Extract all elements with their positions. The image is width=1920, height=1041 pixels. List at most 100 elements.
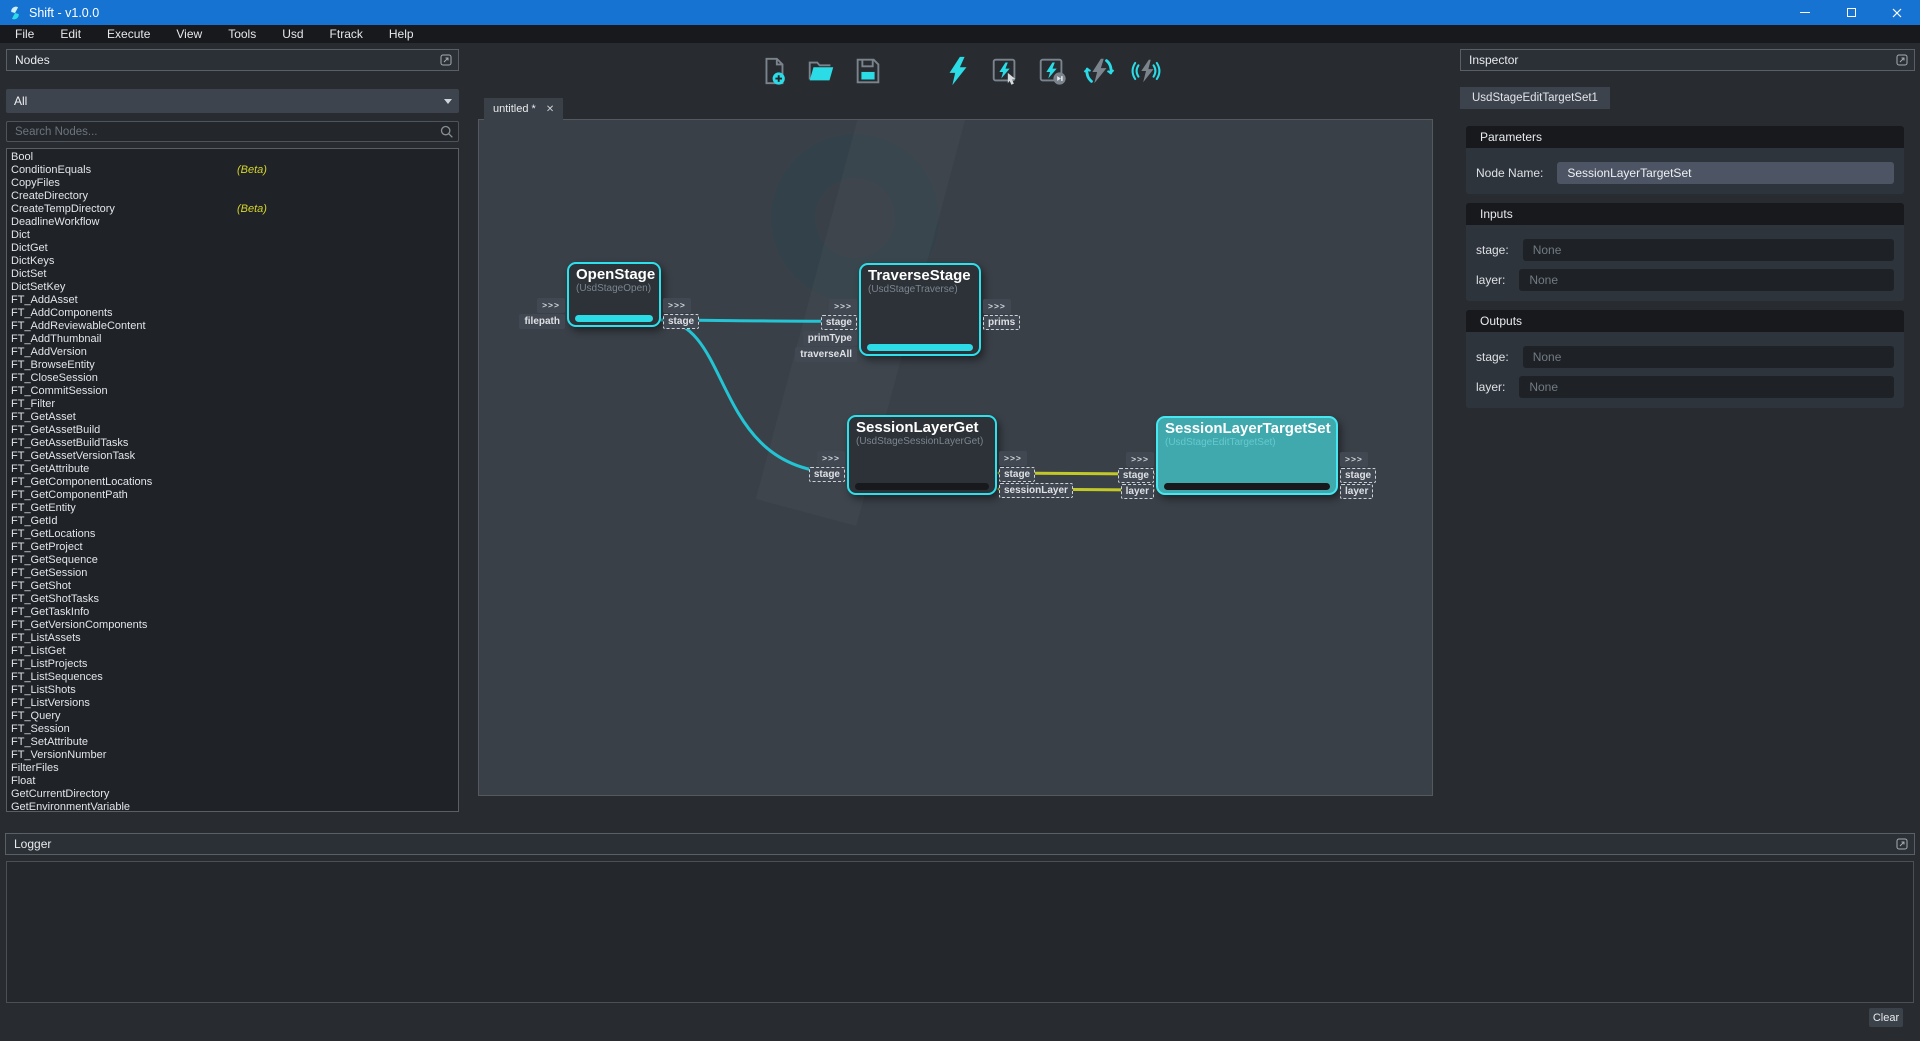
node-list-item[interactable]: FT_GetVersionComponents: [7, 619, 458, 632]
field-layer-input[interactable]: [1519, 269, 1894, 291]
new-file-button[interactable]: [757, 54, 791, 88]
node-list-item[interactable]: FT_Query: [7, 710, 458, 723]
menu-ftrack[interactable]: Ftrack: [317, 25, 376, 43]
port-layer[interactable]: layer: [1340, 484, 1373, 499]
node-list-item[interactable]: FT_ListProjects: [7, 658, 458, 671]
node-list-item[interactable]: GetEnvironmentVariable: [7, 801, 458, 812]
node-list-item[interactable]: FT_GetSequence: [7, 554, 458, 567]
node-graph-canvas[interactable]: OpenStage(UsdStageOpen)>>>filepath>>>sta…: [478, 119, 1433, 796]
node-list-item[interactable]: FT_SetAttribute: [7, 736, 458, 749]
field-stage-input[interactable]: [1523, 346, 1894, 368]
graph-node-traverse-stage[interactable]: TraverseStage(UsdStageTraverse)>>>stagep…: [859, 263, 981, 356]
node-list-item[interactable]: CopyFiles: [7, 177, 458, 190]
port-stage[interactable]: stage: [999, 467, 1035, 482]
tab-untitled[interactable]: untitled * ✕: [484, 98, 563, 120]
node-list-item[interactable]: FT_AddAsset: [7, 294, 458, 307]
node-list-item[interactable]: DictSet: [7, 268, 458, 281]
node-list-item[interactable]: Float: [7, 775, 458, 788]
open-file-button[interactable]: [804, 54, 838, 88]
port-traverseAll[interactable]: traverseAll: [795, 347, 857, 362]
menu-usd[interactable]: Usd: [269, 25, 316, 43]
popout-icon[interactable]: [440, 54, 452, 66]
node-list-item[interactable]: FT_GetId: [7, 515, 458, 528]
node-list-item[interactable]: FT_GetAsset: [7, 411, 458, 424]
execute-selected-button[interactable]: [988, 54, 1022, 88]
node-list-item[interactable]: FT_GetAssetBuild: [7, 424, 458, 437]
node-filter-dropdown[interactable]: All: [6, 89, 459, 113]
node-list-item[interactable]: GetCurrentDirectory: [7, 788, 458, 801]
node-list-item[interactable]: FilterFiles: [7, 762, 458, 775]
node-list-item[interactable]: FT_AddComponents: [7, 307, 458, 320]
node-list-item[interactable]: FT_AddReviewableContent: [7, 320, 458, 333]
node-list-item[interactable]: ConditionEquals(Beta): [7, 164, 458, 177]
node-list-item[interactable]: FT_Session: [7, 723, 458, 736]
graph-node-open-stage[interactable]: OpenStage(UsdStageOpen)>>>filepath>>>sta…: [567, 262, 661, 327]
port-layer[interactable]: layer: [1121, 484, 1154, 499]
node-list-item[interactable]: FT_ListSequences: [7, 671, 458, 684]
re-execute-button[interactable]: [1082, 54, 1116, 88]
menu-help[interactable]: Help: [376, 25, 427, 43]
port-filepath[interactable]: filepath: [519, 314, 565, 329]
node-list-item[interactable]: FT_CloseSession: [7, 372, 458, 385]
menu-file[interactable]: File: [2, 25, 47, 43]
field-nodename-input[interactable]: [1557, 162, 1894, 184]
popout-icon[interactable]: [1896, 54, 1908, 66]
minimize-button[interactable]: [1782, 0, 1828, 25]
port-stage[interactable]: stage: [1340, 468, 1376, 483]
port-primType[interactable]: primType: [803, 331, 857, 346]
logger-output[interactable]: [6, 861, 1914, 1003]
execute-from-selected-button[interactable]: [1035, 54, 1069, 88]
port-stage[interactable]: stage: [821, 315, 857, 330]
node-list-item[interactable]: FT_GetAssetBuildTasks: [7, 437, 458, 450]
inspector-node-tab[interactable]: UsdStageEditTargetSet1: [1460, 87, 1610, 109]
node-list-item[interactable]: FT_GetEntity: [7, 502, 458, 515]
menu-view[interactable]: View: [163, 25, 215, 43]
clear-button[interactable]: Clear: [1869, 1008, 1903, 1027]
execute-button[interactable]: [941, 54, 975, 88]
node-list-item[interactable]: FT_AddThumbnail: [7, 333, 458, 346]
search-input[interactable]: [7, 126, 434, 138]
field-layer-input[interactable]: [1519, 376, 1894, 398]
node-list-item[interactable]: FT_GetSession: [7, 567, 458, 580]
node-list-item[interactable]: FT_GetAssetVersionTask: [7, 450, 458, 463]
node-list-item[interactable]: FT_ListGet: [7, 645, 458, 658]
port-stage[interactable]: stage: [809, 467, 845, 482]
node-list-item[interactable]: FT_BrowseEntity: [7, 359, 458, 372]
node-list-item[interactable]: FT_ListVersions: [7, 697, 458, 710]
node-list-item[interactable]: FT_Filter: [7, 398, 458, 411]
node-list-item[interactable]: DictSetKey: [7, 281, 458, 294]
node-list-item[interactable]: Dict: [7, 229, 458, 242]
node-list-item[interactable]: DictGet: [7, 242, 458, 255]
node-list-item[interactable]: FT_AddVersion: [7, 346, 458, 359]
node-list-item[interactable]: FT_GetProject: [7, 541, 458, 554]
node-list-item[interactable]: FT_GetComponentPath: [7, 489, 458, 502]
port-sessionLayer[interactable]: sessionLayer: [999, 483, 1073, 498]
port-prims[interactable]: prims: [983, 315, 1020, 330]
menu-tools[interactable]: Tools: [215, 25, 269, 43]
port-stage[interactable]: stage: [663, 314, 699, 329]
graph-node-session-layer-get[interactable]: SessionLayerGet(UsdStageSessionLayerGet)…: [847, 415, 997, 495]
node-list-item[interactable]: DictKeys: [7, 255, 458, 268]
port-stage[interactable]: stage: [1118, 468, 1154, 483]
remote-execute-button[interactable]: [1129, 54, 1163, 88]
node-list-item[interactable]: FT_GetLocations: [7, 528, 458, 541]
node-list-item[interactable]: DeadlineWorkflow: [7, 216, 458, 229]
node-list-item[interactable]: FT_GetComponentLocations: [7, 476, 458, 489]
graph-node-session-layer-target-set[interactable]: SessionLayerTargetSet(UsdStageEditTarget…: [1156, 416, 1338, 495]
save-file-button[interactable]: [851, 54, 885, 88]
node-list-item[interactable]: FT_VersionNumber: [7, 749, 458, 762]
node-list-item[interactable]: FT_ListAssets: [7, 632, 458, 645]
tab-close-icon[interactable]: ✕: [546, 104, 554, 115]
maximize-button[interactable]: [1828, 0, 1874, 25]
node-list-item[interactable]: FT_CommitSession: [7, 385, 458, 398]
node-list-item[interactable]: CreateTempDirectory(Beta): [7, 203, 458, 216]
field-stage-input[interactable]: [1523, 239, 1894, 261]
node-list-item[interactable]: Bool: [7, 151, 458, 164]
menu-execute[interactable]: Execute: [94, 25, 163, 43]
node-list-item[interactable]: CreateDirectory: [7, 190, 458, 203]
node-list-item[interactable]: FT_GetAttribute: [7, 463, 458, 476]
menu-edit[interactable]: Edit: [47, 25, 94, 43]
node-list-item[interactable]: FT_ListShots: [7, 684, 458, 697]
node-list-item[interactable]: FT_GetTaskInfo: [7, 606, 458, 619]
node-list-item[interactable]: FT_GetShot: [7, 580, 458, 593]
